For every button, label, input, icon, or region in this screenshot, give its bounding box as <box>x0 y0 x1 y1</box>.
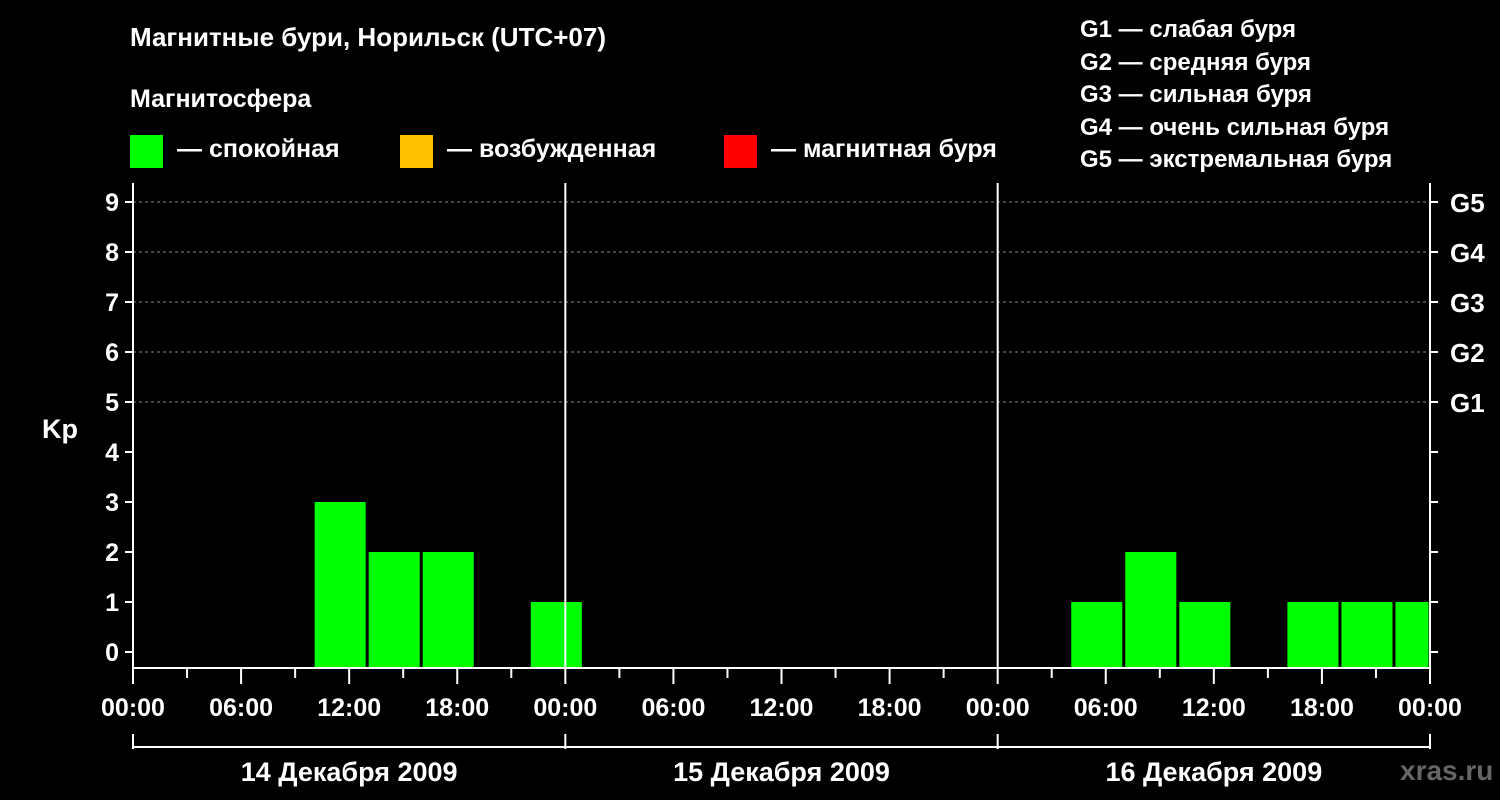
x-tick-label-12: 00:00 <box>1398 694 1462 722</box>
kp-bar-2 <box>368 552 420 668</box>
y-tick-label-2: 2 <box>105 539 119 567</box>
day-label-3: 16 Декабря 2009 <box>1105 757 1322 787</box>
x-tick-label-9: 06:00 <box>1074 694 1138 722</box>
g-scale-label-G1: G1 <box>1450 388 1485 418</box>
x-tick-label-8: 00:00 <box>966 694 1030 722</box>
x-tick-label-1: 06:00 <box>209 694 273 722</box>
kp-bar-10 <box>1395 602 1429 668</box>
x-tick-label-0: 00:00 <box>101 694 165 722</box>
g-scale-label-G3: G3 <box>1450 288 1485 318</box>
x-tick-label-2: 12:00 <box>317 694 381 722</box>
y-tick-label-4: 4 <box>105 439 119 467</box>
watermark: xras.ru <box>1400 755 1494 786</box>
y-tick-label-5: 5 <box>105 389 119 417</box>
y-tick-label-8: 8 <box>105 239 119 267</box>
day-label-2: 15 Декабря 2009 <box>673 757 890 787</box>
x-tick-label-4: 00:00 <box>533 694 597 722</box>
x-tick-label-7: 18:00 <box>858 694 922 722</box>
g-scale-label-G5: G5 <box>1450 188 1485 218</box>
y-tick-label-3: 3 <box>105 489 119 517</box>
g-scale-label-G2: G2 <box>1450 338 1485 368</box>
y-tick-label-9: 9 <box>105 189 119 217</box>
kp-bar-1 <box>314 502 366 668</box>
x-tick-label-10: 12:00 <box>1182 694 1246 722</box>
x-tick-label-5: 06:00 <box>641 694 705 722</box>
x-tick-label-11: 18:00 <box>1290 694 1354 722</box>
g-scale-label-G4: G4 <box>1450 238 1485 268</box>
kp-bar-8 <box>1287 602 1339 668</box>
y-tick-label-7: 7 <box>105 289 119 317</box>
kp-bar-9 <box>1341 602 1393 668</box>
kp-bar-6 <box>1125 552 1177 668</box>
kp-bar-4 <box>530 602 582 668</box>
y-tick-label-6: 6 <box>105 339 119 367</box>
y-tick-label-1: 1 <box>105 589 119 617</box>
kp-bar-3 <box>422 552 474 668</box>
day-label-1: 14 Декабря 2009 <box>241 757 458 787</box>
y-axis-label: Kp <box>42 414 78 444</box>
x-tick-label-3: 18:00 <box>425 694 489 722</box>
x-tick-label-6: 12:00 <box>750 694 814 722</box>
kp-bar-7 <box>1179 602 1231 668</box>
y-tick-label-0: 0 <box>105 639 119 667</box>
kp-chart: 0 1 2 3 4 5 6 7 8 9 G1 G2 G3 G4 G5 Kp 00:00 06:00 12:00 18:… <box>42 183 1485 787</box>
kp-bar-5 <box>1071 602 1123 668</box>
